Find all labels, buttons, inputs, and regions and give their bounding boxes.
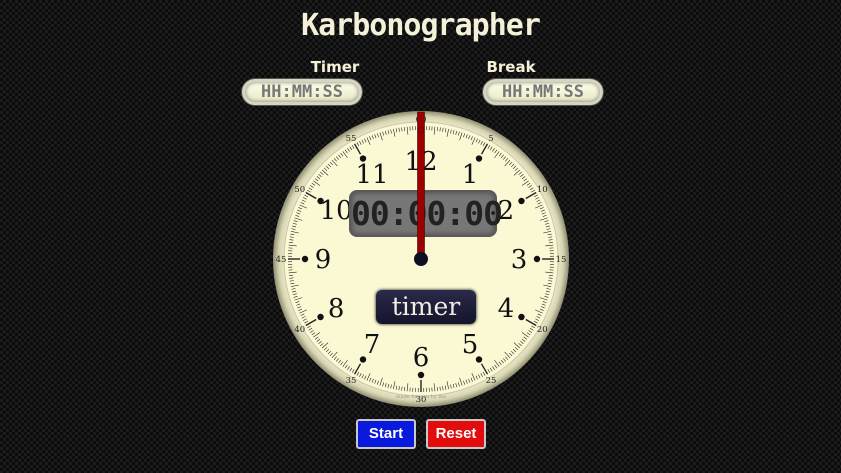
hour-numeral: 1: [462, 160, 479, 190]
hour-dot: [518, 313, 525, 321]
hour-numeral: 12: [404, 147, 437, 177]
hour-numeral: 6: [413, 343, 430, 373]
hour-numeral: 3: [511, 245, 528, 275]
minute-scale-label: 40: [294, 325, 305, 335]
mode-label: timer: [376, 290, 476, 324]
hour-numeral: 4: [498, 294, 515, 324]
hour-dot: [518, 197, 525, 205]
hour-dot: [533, 255, 541, 263]
break-input[interactable]: [483, 79, 603, 105]
hour-numeral: 5: [462, 330, 479, 360]
hour-dot: [317, 313, 324, 321]
minute-scale-label: 35: [346, 376, 357, 386]
digital-time-display: 00:00:00: [349, 190, 503, 237]
hour-numeral: 9: [315, 245, 332, 275]
minute-scale-label: 55: [346, 134, 357, 144]
minute-scale-label: 60: [416, 115, 427, 125]
minute-scale-label: 15: [556, 255, 567, 265]
hour-numeral: 10: [320, 196, 353, 226]
start-button[interactable]: Start: [356, 419, 416, 449]
analog-clock: 60510152025303540455055 12 1234567891011 …: [273, 111, 569, 407]
timer-input[interactable]: [242, 79, 362, 105]
hour-dot: [301, 255, 309, 263]
minute-scale-label: 5: [488, 134, 493, 144]
break-label: Break: [486, 58, 536, 76]
minute-scale-label: 25: [486, 376, 497, 386]
minute-scale-label: 50: [294, 185, 305, 195]
hour-dot: [417, 139, 425, 147]
app-title: Karbonographer: [301, 8, 541, 43]
hour-numeral: 11: [355, 160, 388, 190]
reset-button[interactable]: Reset: [426, 419, 486, 449]
timer-label: Timer: [310, 58, 360, 76]
maker-text: made for you by me: [396, 394, 446, 400]
minute-scale-label: 10: [537, 185, 548, 195]
minute-scale-label: 20: [537, 325, 548, 335]
minute-scale-label: 45: [276, 255, 287, 265]
hour-numeral: 7: [364, 330, 381, 360]
hour-numeral: 8: [328, 294, 345, 324]
